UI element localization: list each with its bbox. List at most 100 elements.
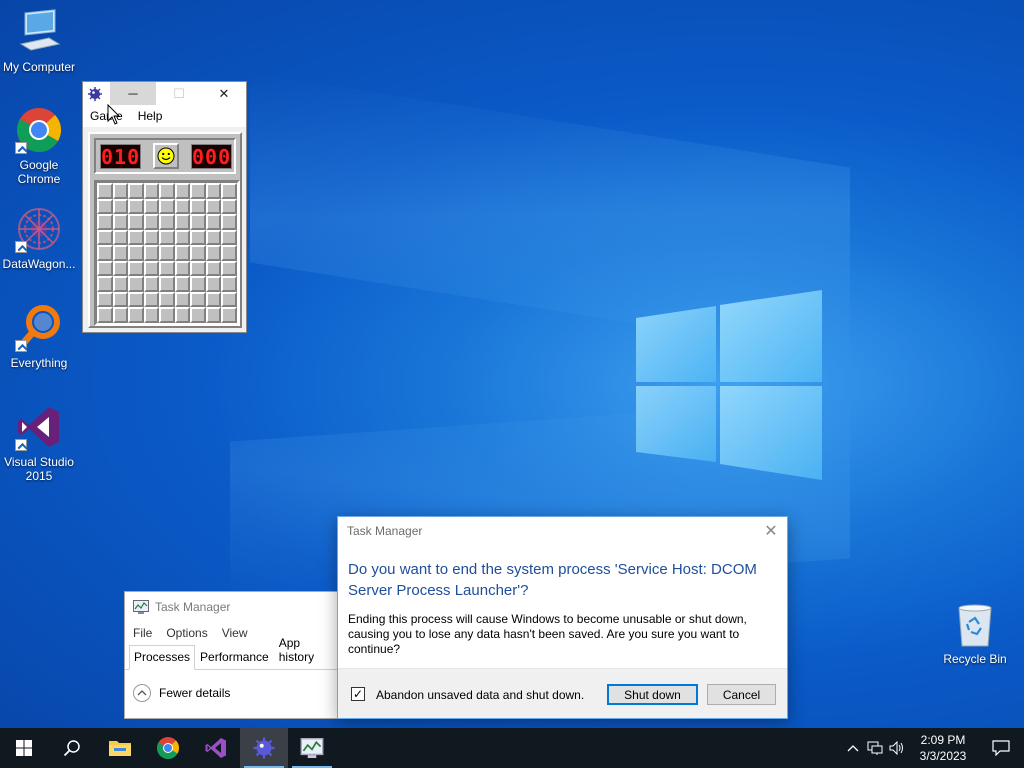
mine-cell[interactable] <box>159 214 175 230</box>
mine-cell[interactable] <box>205 260 222 277</box>
mine-cell[interactable] <box>159 229 175 246</box>
mine-cell[interactable] <box>174 214 191 230</box>
mine-cell[interactable] <box>112 276 129 292</box>
desktop-icon-datawagon[interactable]: DataWagon... <box>0 205 78 271</box>
mine-cell[interactable] <box>174 229 191 246</box>
mine-cell[interactable] <box>159 183 175 199</box>
mine-cell[interactable] <box>174 291 191 308</box>
menu-file[interactable]: File <box>133 626 152 640</box>
mine-cell[interactable] <box>97 307 113 323</box>
mine-cell[interactable] <box>128 183 144 199</box>
close-button[interactable]: ✕ <box>201 82 247 105</box>
mine-cell[interactable] <box>174 245 191 261</box>
minesweeper-titlebar[interactable]: ─ ☐ ✕ <box>83 82 246 105</box>
mine-cell[interactable] <box>190 229 206 246</box>
close-icon[interactable]: ✕ <box>763 523 779 540</box>
mine-cell[interactable] <box>221 229 237 246</box>
mine-cell[interactable] <box>190 183 206 199</box>
mine-cell[interactable] <box>190 214 206 230</box>
mine-cell[interactable] <box>190 245 206 261</box>
checkbox-label[interactable]: Abandon unsaved data and shut down. <box>376 688 584 702</box>
mine-cell[interactable] <box>143 183 160 199</box>
smiley-face-button[interactable] <box>153 143 179 169</box>
mine-cell[interactable] <box>97 198 113 215</box>
mine-cell[interactable] <box>128 245 144 261</box>
shut-down-button[interactable]: Shut down <box>607 684 698 705</box>
volume-icon[interactable] <box>886 728 908 768</box>
mine-cell[interactable] <box>143 229 160 246</box>
mine-cell[interactable] <box>112 291 129 308</box>
mine-cell[interactable] <box>128 307 144 323</box>
mine-cell[interactable] <box>97 245 113 261</box>
mine-cell[interactable] <box>128 260 144 277</box>
taskbar-task-manager[interactable] <box>288 728 336 768</box>
desktop-icon-visual-studio[interactable]: Visual Studio 2015 <box>0 403 78 483</box>
mine-cell[interactable] <box>128 214 144 230</box>
desktop-icon-everything[interactable]: Everything <box>0 304 78 370</box>
mine-cell[interactable] <box>112 198 129 215</box>
mine-cell[interactable] <box>221 307 237 323</box>
mine-cell[interactable] <box>221 214 237 230</box>
mine-cell[interactable] <box>143 214 160 230</box>
mine-cell[interactable] <box>97 229 113 246</box>
network-icon[interactable] <box>864 728 886 768</box>
desktop-icon-google-chrome[interactable]: Google Chrome <box>0 106 78 186</box>
taskbar-minesweeper[interactable] <box>240 728 288 768</box>
mine-cell[interactable] <box>112 307 129 323</box>
mine-cell[interactable] <box>97 291 113 308</box>
menu-view[interactable]: View <box>222 626 248 640</box>
mine-cell[interactable] <box>97 183 113 199</box>
mine-cell[interactable] <box>205 183 222 199</box>
mine-cell[interactable] <box>174 198 191 215</box>
mine-cell[interactable] <box>143 291 160 308</box>
mine-cell[interactable] <box>112 214 129 230</box>
notification-center-button[interactable] <box>978 728 1024 768</box>
mine-cell[interactable] <box>159 276 175 292</box>
mine-cell[interactable] <box>128 229 144 246</box>
mine-cell[interactable] <box>159 291 175 308</box>
taskbar-visual-studio[interactable] <box>192 728 240 768</box>
tab-performance[interactable]: Performance <box>195 645 274 670</box>
mine-cell[interactable] <box>143 245 160 261</box>
mine-cell[interactable] <box>128 198 144 215</box>
fewer-details-button[interactable]: Fewer details <box>125 670 339 702</box>
menu-options[interactable]: Options <box>166 626 207 640</box>
mine-cell[interactable] <box>143 198 160 215</box>
mine-cell[interactable] <box>190 307 206 323</box>
cancel-button[interactable]: Cancel <box>707 684 776 705</box>
mine-cell[interactable] <box>128 291 144 308</box>
search-button[interactable] <box>48 728 96 768</box>
mine-cell[interactable] <box>159 245 175 261</box>
mine-cell[interactable] <box>97 276 113 292</box>
menu-help[interactable]: Help <box>138 109 163 127</box>
mine-cell[interactable] <box>112 183 129 199</box>
mine-cell[interactable] <box>174 276 191 292</box>
mine-cell[interactable] <box>190 276 206 292</box>
mine-cell[interactable] <box>205 198 222 215</box>
mine-cell[interactable] <box>205 276 222 292</box>
mine-cell[interactable] <box>221 276 237 292</box>
mine-cell[interactable] <box>205 214 222 230</box>
mine-cell[interactable] <box>190 291 206 308</box>
mine-cell[interactable] <box>128 276 144 292</box>
mine-cell[interactable] <box>159 307 175 323</box>
abandon-data-checkbox[interactable]: ✓ <box>351 687 365 701</box>
mine-cell[interactable] <box>174 183 191 199</box>
taskbar-chrome[interactable] <box>144 728 192 768</box>
tab-processes[interactable]: Processes <box>129 645 196 670</box>
maximize-button[interactable]: ☐ <box>156 82 202 105</box>
mine-cell[interactable] <box>190 260 206 277</box>
mine-cell[interactable] <box>190 198 206 215</box>
mine-cell[interactable] <box>205 229 222 246</box>
mine-cell[interactable] <box>221 260 237 277</box>
tab-app-history[interactable]: App history <box>274 631 339 670</box>
mine-cell[interactable] <box>221 198 237 215</box>
mine-cell[interactable] <box>205 245 222 261</box>
mine-cell[interactable] <box>143 260 160 277</box>
dialog-titlebar[interactable]: Task Manager ✕ <box>338 517 787 545</box>
mine-cell[interactable] <box>159 198 175 215</box>
mine-cell[interactable] <box>221 183 237 199</box>
mine-cell[interactable] <box>174 307 191 323</box>
mine-cell[interactable] <box>221 291 237 308</box>
mine-cell[interactable] <box>174 260 191 277</box>
